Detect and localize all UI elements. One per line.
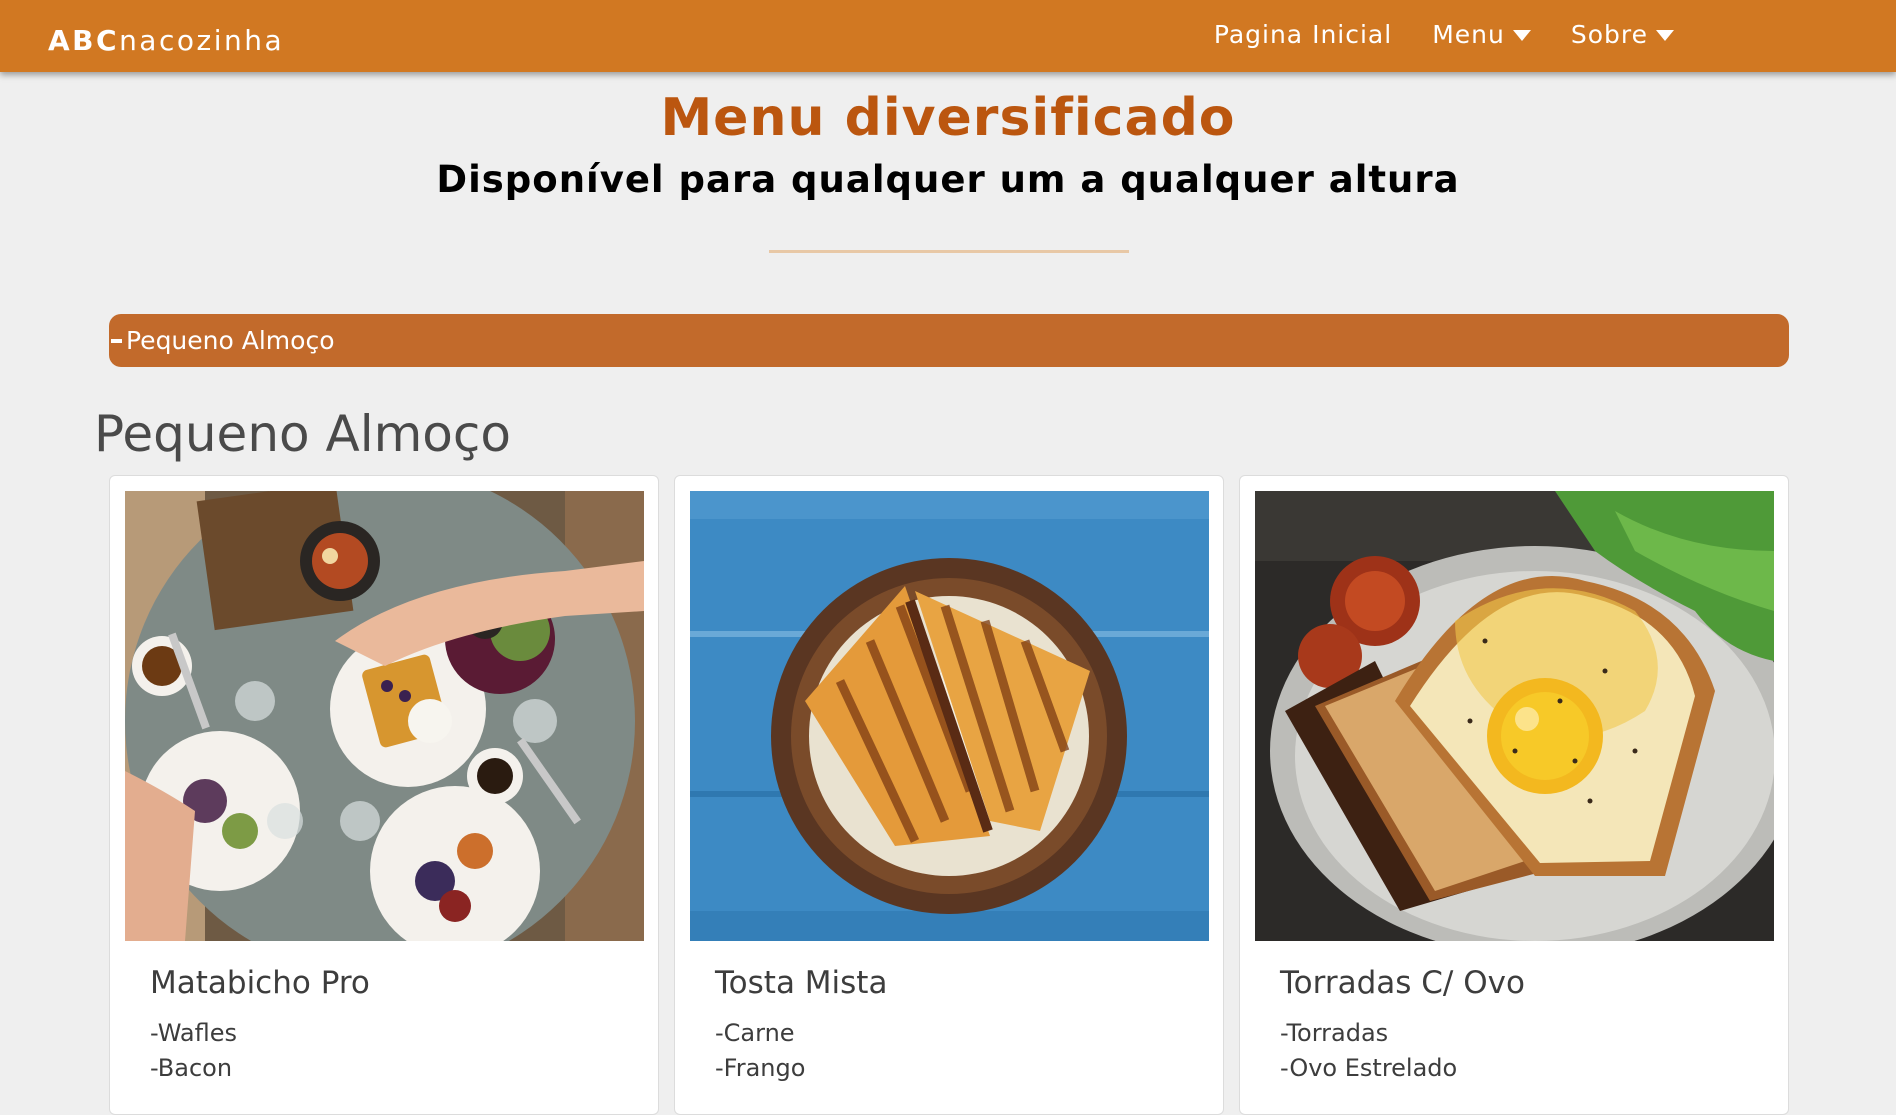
list-item: -Carne [715,1019,795,1047]
accordion-label: Pequeno Almoço [126,326,335,355]
list-item: -Ovo Estrelado [1280,1054,1458,1082]
card-title: Tosta Mista [715,965,888,1001]
breakfast-table-photo [125,491,644,941]
title-divider [769,250,1129,253]
card-item-list: -Wafles -Bacon [150,1016,644,1086]
menu-cards: Matabicho Pro -Wafles -Bacon Tosta Mista… [109,475,1789,1115]
list-item: -Wafles [150,1019,237,1047]
section-title: Pequeno Almoço [94,405,511,463]
menu-card: Tosta Mista -Carne -Frango [674,475,1224,1115]
nav-links: Pagina Inicial Menu Sobre [1214,20,1674,49]
toast-with-egg-photo [1255,491,1774,941]
accordion-toggle-pequeno-almoco[interactable]: Pequeno Almoço [109,314,1789,367]
nav-item-label: Sobre [1570,20,1648,49]
nav-item-label: Pagina Inicial [1213,20,1393,49]
menu-card: Matabicho Pro -Wafles -Bacon [109,475,659,1115]
top-navbar: ABCnacozinha Pagina Inicial Menu Sobre [0,0,1896,72]
caret-down-icon [1512,30,1531,41]
caret-down-icon [1656,30,1674,41]
card-title: Matabicho Pro [150,965,370,1001]
nav-item-label: Menu [1432,20,1505,49]
toasted-sandwich-photo [690,491,1209,941]
nav-item-menu[interactable]: Menu [1432,20,1531,49]
card-title: Torradas C/ Ovo [1280,965,1525,1001]
nav-item-pagina-inicial[interactable]: Pagina Inicial [1214,20,1392,49]
menu-card: Torradas C/ Ovo -Torradas -Ovo Estrelado [1239,475,1789,1115]
brand-bold-text: ABC [48,24,120,57]
list-item: -Torradas [1280,1019,1389,1047]
minus-icon [111,338,122,343]
list-item: -Frango [715,1054,806,1082]
brand-rest-text: nacozinha [119,24,285,57]
page-title: Menu diversificado [660,88,1236,148]
card-item-list: -Torradas -Ovo Estrelado [1280,1016,1774,1086]
brand-logo[interactable]: ABCnacozinha [48,24,284,57]
page-subtitle: Disponível para qualquer um a qualquer a… [436,158,1460,201]
nav-item-sobre[interactable]: Sobre [1571,20,1674,49]
card-item-list: -Carne -Frango [715,1016,1209,1086]
list-item: -Bacon [150,1054,233,1082]
